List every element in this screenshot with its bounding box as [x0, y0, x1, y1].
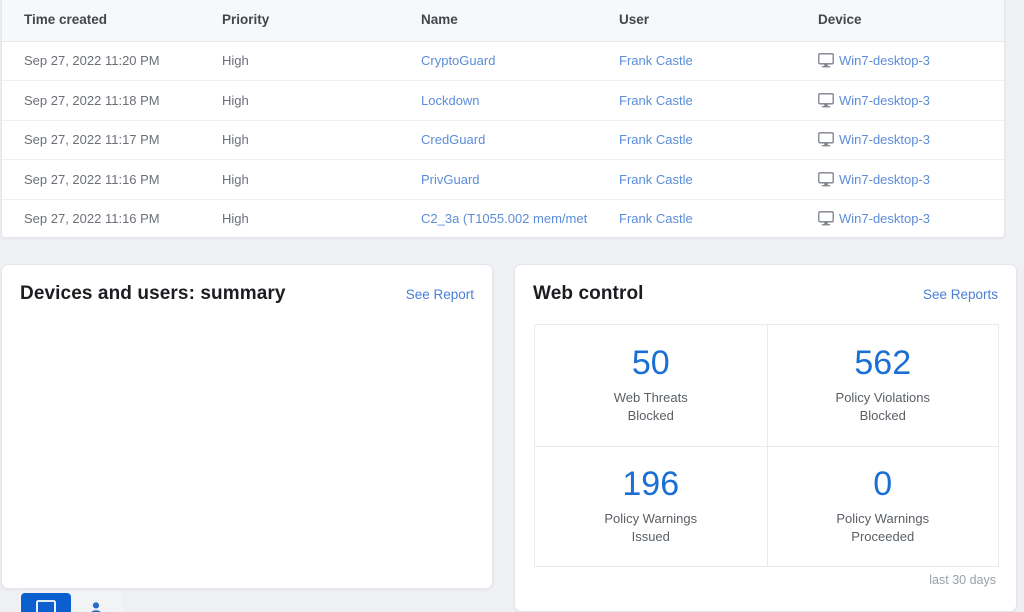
kpi-value: 50 — [631, 343, 670, 382]
cell-name: PrivGuard — [399, 159, 597, 200]
cell-device: Win7-desktop-3 — [796, 199, 1004, 237]
cell-device: Win7-desktop-3 — [796, 80, 1004, 121]
cell-name: C2_3a (T1055.002 mem/met — [399, 199, 597, 237]
alert-name-link[interactable]: C2_3a (T1055.002 mem/met — [421, 211, 587, 226]
cell-time-created: Sep 27, 2022 11:16 PM — [2, 199, 200, 237]
alert-name-link[interactable]: Lockdown — [421, 93, 480, 108]
web-card-header: Web control See Reports — [515, 265, 1016, 305]
monitor-icon — [818, 171, 834, 187]
devices-and-users-card: Devices and users: summary See Report En… — [1, 264, 493, 612]
cell-time-created: Sep 27, 2022 11:16 PM — [2, 159, 200, 200]
cell-device: Win7-desktop-3 — [796, 41, 1004, 81]
user-link[interactable]: Frank Castle — [619, 211, 693, 226]
device-link[interactable]: Win7-desktop-3 — [839, 172, 930, 187]
user-link[interactable]: Frank Castle — [619, 172, 693, 187]
web-control-kpi-box: 50 Web Threats Blocked 562 Policy Violat… — [534, 324, 999, 567]
column-header-time-created[interactable]: Time created — [2, 0, 200, 42]
device-link[interactable]: Win7-desktop-3 — [839, 211, 930, 226]
cell-user: Frank Castle — [597, 120, 796, 160]
column-header-device[interactable]: Device — [796, 0, 1004, 42]
cell-name: Lockdown — [399, 80, 597, 121]
monitor-icon — [818, 132, 834, 147]
user-link[interactable]: Frank Castle — [619, 53, 693, 68]
kpi-value: 0 — [873, 464, 893, 503]
web-control-footer: last 30 days — [929, 573, 996, 587]
alert-name-link[interactable]: CredGuard — [421, 132, 485, 147]
cell-device: Win7-desktop-3 — [796, 159, 1004, 200]
web-card-title: Web control — [533, 283, 644, 304]
see-report-link[interactable]: See Report — [406, 287, 474, 302]
alerts-table-panel: Time created Priority Name User Device S… — [1, 0, 1005, 238]
cell-user: Frank Castle — [597, 159, 796, 200]
alerts-table-header: Time created Priority Name User Device — [2, 0, 1004, 42]
dashboard-page: Time created Priority Name User Device S… — [0, 0, 1024, 612]
alert-name-link[interactable]: PrivGuard — [421, 172, 480, 187]
kpi-label-line1: Policy Warnings — [836, 510, 930, 526]
kpi-label-line2: Issued — [631, 528, 670, 544]
kpi-value: 562 — [854, 343, 912, 382]
kpi-label-line2: Proceeded — [851, 528, 915, 544]
table-row: Sep 27, 2022 11:16 PM High C2_3a (T1055.… — [2, 199, 1004, 237]
user-link[interactable]: Frank Castle — [619, 93, 693, 108]
cell-time-created: Sep 27, 2022 11:18 PM — [2, 80, 200, 121]
device-link[interactable]: Win7-desktop-3 — [839, 53, 930, 68]
device-link[interactable]: Win7-desktop-3 — [839, 93, 930, 108]
cell-priority: High — [200, 159, 399, 200]
kpi-label: Policy Warnings Issued — [604, 510, 697, 546]
table-header-row: Time created Priority Name User Device — [2, 0, 1004, 42]
kpi-label: Policy Warnings Proceeded — [836, 510, 929, 546]
kpi-policy-violations-blocked[interactable]: 562 Policy Violations Blocked — [766, 325, 999, 446]
table-row: Sep 27, 2022 11:17 PM High CredGuard Fra… — [2, 120, 1004, 160]
monitor-icon — [818, 92, 834, 108]
monitor-icon — [36, 600, 56, 612]
cell-user: Frank Castle — [597, 80, 796, 121]
cell-device: Win7-desktop-3 — [796, 120, 1004, 160]
cell-priority: High — [200, 120, 399, 160]
alerts-table: Time created Priority Name User Device S… — [2, 0, 1004, 237]
device-link[interactable]: Win7-desktop-3 — [839, 132, 930, 147]
toggle-devices-button[interactable] — [21, 593, 71, 612]
user-link[interactable]: Frank Castle — [619, 132, 693, 147]
kpi-label: Web Threats Blocked — [614, 389, 688, 425]
alert-name-link[interactable]: CryptoGuard — [421, 53, 495, 68]
kpi-label-line1: Policy Warnings — [604, 510, 698, 526]
table-row: Sep 27, 2022 11:16 PM High PrivGuard Fra… — [2, 159, 1004, 200]
kpi-label-line2: Blocked — [859, 407, 906, 423]
cell-priority: High — [200, 41, 399, 81]
see-reports-link[interactable]: See Reports — [923, 287, 998, 302]
devices-card-header: Devices and users: summary See Report — [2, 265, 492, 305]
alerts-table-body: Sep 27, 2022 11:20 PM High CryptoGuard F… — [2, 41, 1004, 237]
monitor-icon — [818, 53, 834, 68]
table-row: Sep 27, 2022 11:20 PM High CryptoGuard F… — [2, 41, 1004, 81]
column-header-user[interactable]: User — [597, 0, 796, 42]
cell-name: CredGuard — [399, 120, 597, 160]
kpi-policy-warnings-issued[interactable]: 196 Policy Warnings Issued — [535, 445, 767, 567]
kpi-value: 196 — [622, 464, 680, 503]
column-header-priority[interactable]: Priority — [200, 0, 399, 42]
kpi-policy-warnings-proceeded[interactable]: 0 Policy Warnings Proceeded — [766, 445, 998, 566]
person-icon — [91, 602, 101, 612]
cell-user: Frank Castle — [597, 199, 796, 237]
kpi-label-line1: Web Threats — [613, 389, 688, 405]
kpi-label-line1: Policy Violations — [835, 389, 930, 405]
web-control-kpi-grid: 50 Web Threats Blocked 562 Policy Violat… — [535, 325, 998, 566]
kpi-web-threats-blocked[interactable]: 50 Web Threats Blocked — [535, 325, 767, 446]
web-control-card: Web control See Reports 50 Web Threats B… — [514, 264, 1017, 612]
kpi-label-line2: Blocked — [627, 407, 674, 423]
cell-priority: High — [200, 80, 399, 121]
devices-users-toggle-group — [19, 591, 123, 612]
cell-time-created: Sep 27, 2022 11:17 PM — [2, 120, 200, 160]
table-row: Sep 27, 2022 11:18 PM High Lockdown Fran… — [2, 80, 1004, 121]
cell-priority: High — [200, 199, 399, 237]
monitor-icon — [818, 211, 834, 226]
cell-name: CryptoGuard — [399, 41, 597, 81]
column-header-name[interactable]: Name — [399, 0, 597, 42]
toggle-users-button[interactable] — [71, 593, 121, 612]
devices-card-title: Devices and users: summary — [20, 283, 286, 304]
kpi-label: Policy Violations Blocked — [836, 389, 930, 425]
cell-time-created: Sep 27, 2022 11:20 PM — [2, 41, 200, 81]
cell-user: Frank Castle — [597, 41, 796, 81]
